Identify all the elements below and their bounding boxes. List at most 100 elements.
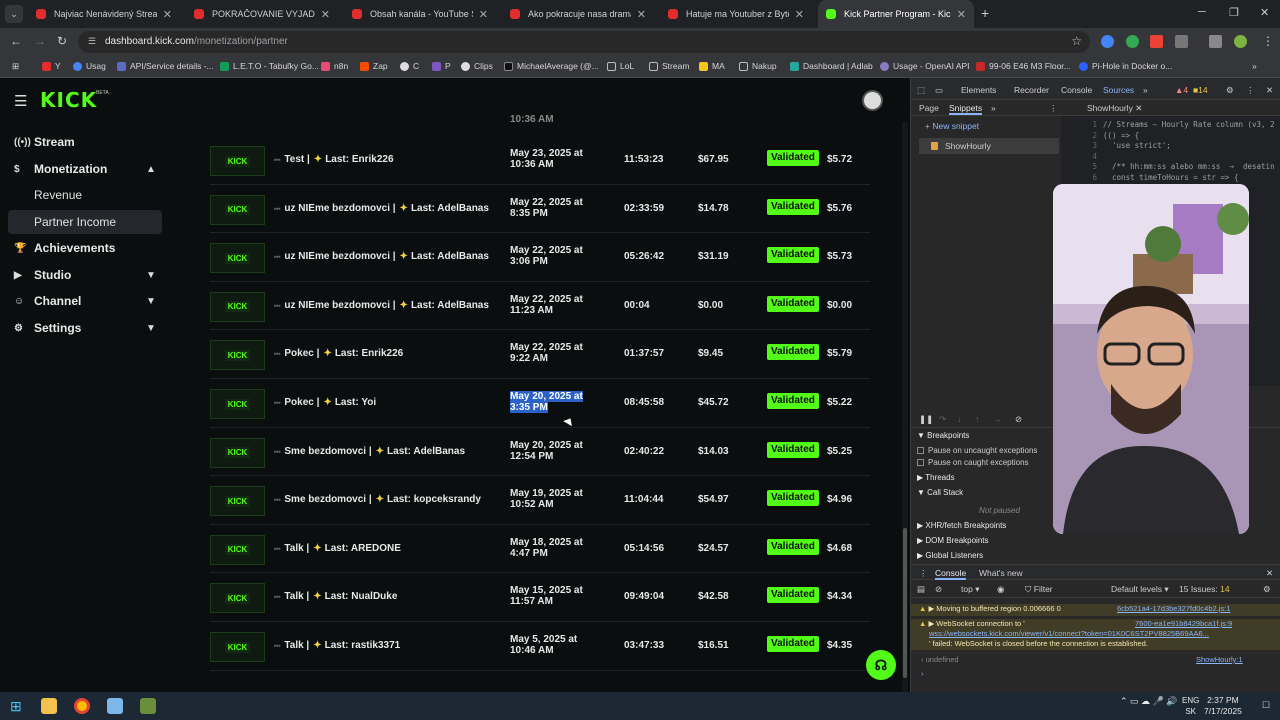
code-line[interactable]: 6 const timeToHours = str => { — [1061, 173, 1238, 182]
console-warning[interactable]: ▲ ▶ WebSocket connection to ' 7600-ea1e91… — [911, 619, 1280, 629]
tab-snippets[interactable]: Snippets — [949, 103, 983, 115]
stream-thumbnail[interactable]: KICK — [210, 340, 265, 371]
chrome-icon[interactable] — [74, 698, 90, 714]
browser-tab[interactable]: Hatuje ma Youtuber z Bytče :D✕ — [660, 0, 812, 28]
browser-tab[interactable]: Ako pokracuje nasa drama? - Y✕ — [502, 0, 654, 28]
language-indicator[interactable]: ENG SK — [1182, 695, 1199, 717]
app-icon[interactable] — [107, 698, 123, 714]
live-expression-eye-icon[interactable]: ◉ — [997, 584, 1004, 595]
new-tab-button[interactable]: + — [981, 5, 989, 21]
sidebar-item-partner-income[interactable]: Partner Income — [8, 210, 162, 234]
address-bar[interactable]: ☰ dashboard.kick.com/monetization/partne… — [78, 31, 1090, 53]
xhr-breakpoints-section[interactable]: ▶ XHR/fetch Breakpoints — [917, 521, 1006, 530]
close-window-icon[interactable]: ✕ — [1260, 6, 1269, 19]
threads-section[interactable]: ▶ Threads — [917, 473, 955, 482]
stream-thumbnail[interactable]: KICK — [210, 291, 265, 322]
stream-thumbnail[interactable]: KICK — [210, 632, 265, 662]
table-row[interactable]: KICK ⎓ Talk | ✦ Last: NualDuke May 15, 2025 a… — [210, 573, 870, 622]
bookmark[interactable]: Pi-Hole in Docker o... — [1079, 61, 1172, 71]
close-devtools-icon[interactable]: ✕ — [1266, 85, 1273, 96]
browser-tab[interactable]: Obsah kanála - YouTube Studio✕ — [344, 0, 496, 28]
global-listeners-section[interactable]: ▶ Global Listeners — [917, 551, 983, 560]
bookmark[interactable]: Usag — [73, 61, 106, 71]
apps-grid-icon[interactable]: ⊞ — [12, 61, 19, 72]
sidebar-toggle-icon[interactable]: ⋮ — [1049, 103, 1058, 114]
bookmark[interactable]: Nakup — [739, 61, 777, 71]
table-row[interactable]: KICK ⎓ uz NIEme bezdomovci | ✦ Last: AdelBan… — [210, 185, 870, 234]
call-stack-section[interactable]: ▼ Call Stack — [917, 488, 963, 497]
sidebar-item-settings[interactable]: ⚙ Settings ▼ — [0, 317, 170, 339]
stream-thumbnail[interactable]: KICK — [210, 486, 265, 517]
kick-logo[interactable]: KICK — [40, 88, 97, 112]
code-line[interactable]: 3 'use strict'; — [1061, 141, 1170, 150]
more-bookmarks-icon[interactable]: » — [1252, 61, 1257, 71]
bookmark[interactable]: Y — [42, 61, 61, 71]
stream-thumbnail[interactable]: KICK — [210, 583, 265, 614]
close-tab-icon[interactable]: ✕ — [479, 8, 488, 21]
tab-list-icon[interactable] — [1209, 35, 1222, 48]
file-explorer-icon[interactable] — [41, 698, 57, 714]
close-tab-icon[interactable]: ✕ — [957, 8, 966, 21]
sidebar-item-revenue[interactable]: Revenue — [8, 183, 162, 207]
breakpoints-section[interactable]: ▼ Breakpoints — [917, 431, 969, 440]
code-line[interactable]: 5 /** hh:mm:ss alebo mm:ss → desatin — [1061, 162, 1274, 171]
stream-thumbnail[interactable]: KICK — [210, 437, 265, 468]
bookmark[interactable]: Stream — [649, 61, 689, 71]
step-over-icon[interactable]: ↷ — [939, 414, 946, 425]
new-snippet-button[interactable]: + New snippet — [925, 121, 979, 131]
editor-file-tab[interactable]: ShowHourly ✕ — [1061, 100, 1142, 116]
bookmark[interactable]: API/Service details -... — [117, 61, 214, 71]
user-avatar[interactable] — [862, 90, 883, 111]
close-file-icon[interactable]: ✕ — [1135, 103, 1142, 113]
tab-console[interactable]: Console — [1061, 85, 1092, 95]
stream-thumbnail[interactable]: KICK — [210, 146, 265, 176]
close-tab-icon[interactable]: ✕ — [163, 8, 172, 21]
console-warning-url[interactable]: wss://websockets.kick.com/viewer/v1/conn… — [911, 629, 1280, 639]
page-scrollbar-thumb[interactable] — [903, 528, 907, 678]
drawer-menu-icon[interactable]: ⋮ — [919, 568, 928, 579]
clear-console-icon[interactable]: ⊘ — [935, 584, 942, 595]
bookmark[interactable]: C — [400, 61, 419, 71]
bookmark[interactable]: P — [432, 61, 451, 71]
table-row[interactable]: KICK ⎓ Talk | ✦ Last: AREDONE May 18, 2025 at… — [210, 525, 870, 574]
close-tab-icon[interactable]: ✕ — [321, 8, 330, 21]
browser-tab[interactable]: Najviac Nenávidený Streamer V✕ — [28, 0, 180, 28]
devtools-menu-icon[interactable]: ⋮ — [1246, 85, 1255, 96]
bookmark[interactable]: Dashboard | Adlab — [790, 61, 873, 71]
console-warning[interactable]: ▲ ▶ Moving to buffered region 0.006666 0 … — [911, 604, 1280, 616]
extension-icon[interactable] — [1101, 35, 1114, 48]
code-line[interactable]: 2(() => { — [1061, 131, 1139, 140]
close-tab-icon[interactable]: ✕ — [637, 8, 646, 21]
browser-tab-active[interactable]: Kick Partner Program - Kick Da✕ — [818, 0, 974, 28]
bookmark[interactable]: Clips — [461, 61, 493, 71]
app-icon[interactable] — [140, 698, 156, 714]
sidebar-item-monetization[interactable]: $ Monetization ▲ — [0, 158, 170, 180]
sidebar-item-achievements[interactable]: 🏆 Achievements — [0, 237, 170, 259]
extension-icon[interactable] — [1126, 35, 1139, 48]
system-tray[interactable]: ⌃ ▭ ☁ 🎤 🔊 — [1120, 696, 1177, 707]
tab-elements[interactable]: Elements — [961, 85, 996, 95]
bookmark[interactable]: 99-06 E46 M3 Floor... — [976, 61, 1071, 71]
bookmark[interactable]: L.E.T.O - Tabuľky Go... — [220, 61, 319, 71]
tab-recorder[interactable]: Recorder — [1014, 85, 1049, 95]
sidebar-item-studio[interactable]: ▶ Studio ▼ — [0, 264, 170, 286]
drawer-tab-whats-new[interactable]: What's new — [979, 568, 1023, 578]
close-tab-icon[interactable]: ✕ — [795, 8, 804, 21]
restore-icon[interactable]: ❐ — [1229, 6, 1239, 19]
table-row[interactable]: KICK ⎓ Pokec | ✦ Last: Yoi May 20, 2025 at 3:3… — [210, 379, 870, 428]
pause-caught-checkbox[interactable]: Pause on caught exceptions — [917, 458, 1029, 467]
table-row[interactable]: KICK ⎓ Pokec | ✦ Last: Enrik226 May 22, 2025 … — [210, 330, 870, 379]
notifications-icon[interactable]: ☐ — [1262, 700, 1270, 711]
warning-count[interactable]: ■14 — [1193, 85, 1208, 95]
tab-search-button[interactable]: ⌄ — [5, 5, 23, 23]
step-into-icon[interactable]: ↓ — [957, 414, 961, 424]
stream-thumbnail[interactable]: KICK — [210, 534, 265, 565]
forward-icon[interactable]: → — [34, 34, 46, 48]
close-drawer-icon[interactable]: ✕ — [1266, 568, 1273, 579]
bookmark[interactable]: MA — [699, 61, 725, 71]
hamburger-menu-icon[interactable]: ☰ — [14, 92, 27, 110]
device-toolbar-icon[interactable]: ▭ — [935, 85, 943, 96]
bookmark[interactable]: LoL — [607, 61, 634, 71]
browser-menu-icon[interactable]: ⋮ — [1262, 34, 1274, 48]
minimize-icon[interactable]: ─ — [1198, 6, 1206, 18]
